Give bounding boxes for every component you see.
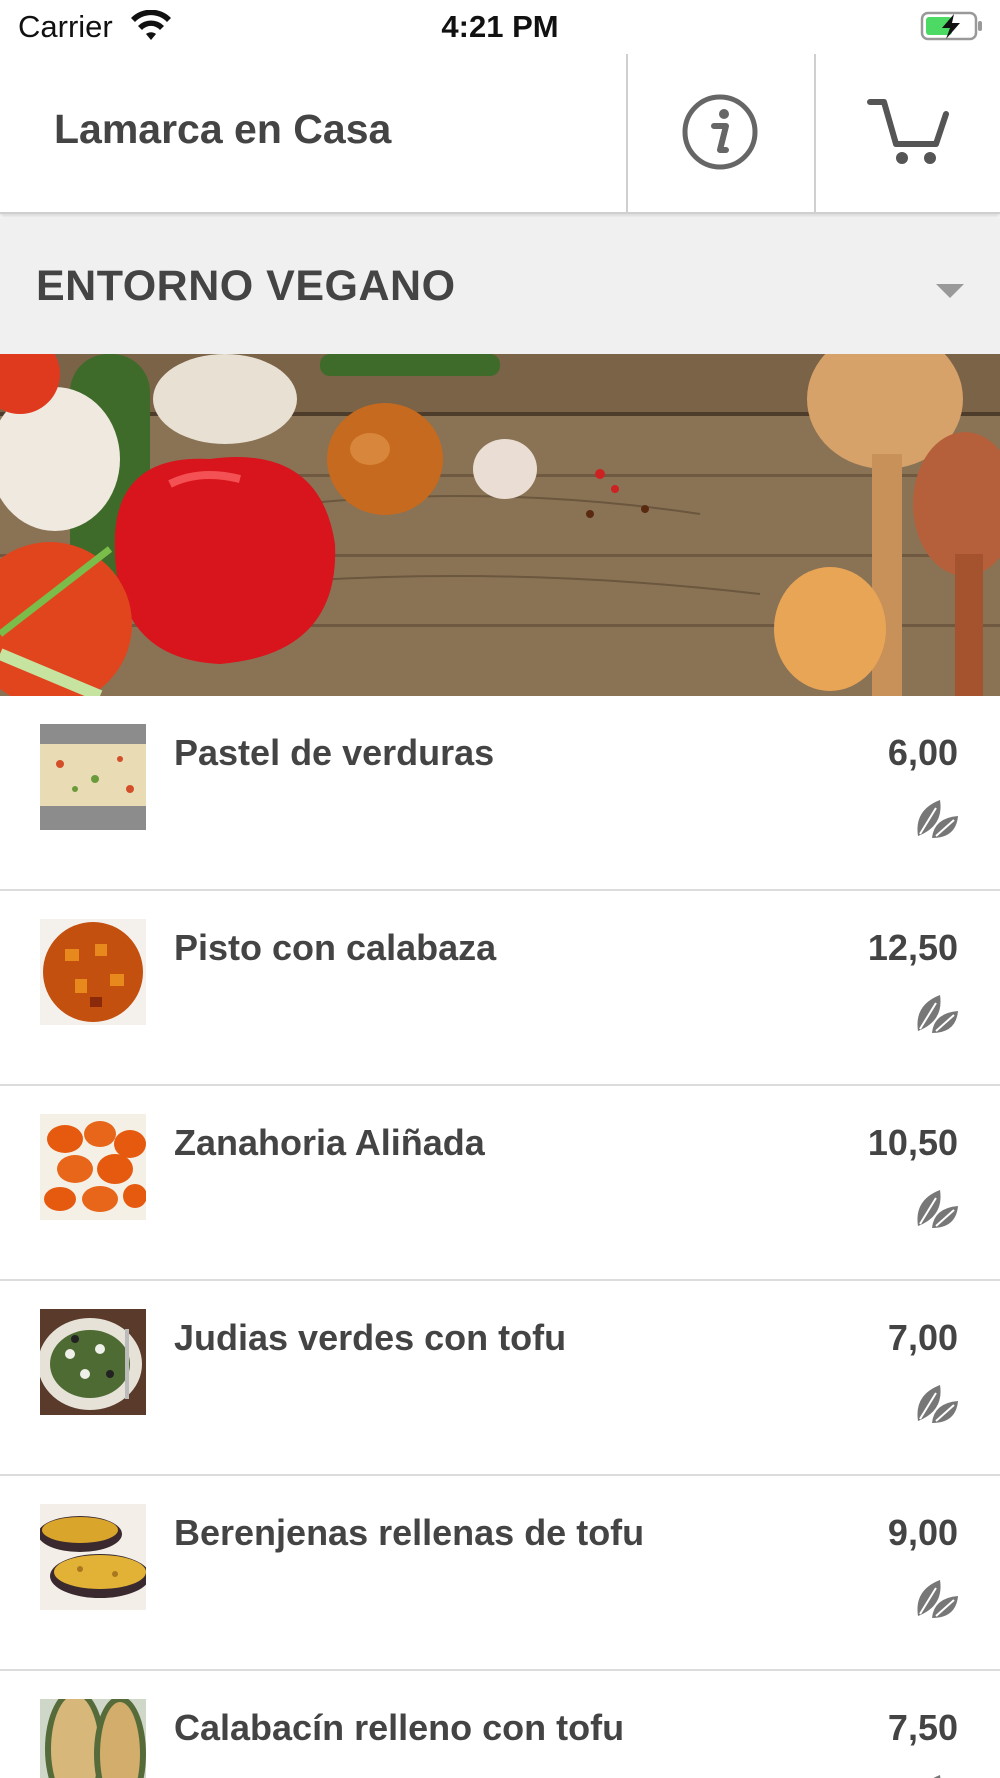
leaf-icon — [933, 1775, 941, 1778]
leaf-icon — [917, 1580, 958, 1618]
product-row[interactable]: Zanahoria Aliñada 10,50 — [0, 1086, 1000, 1281]
leaf-icon — [917, 995, 958, 1033]
info-icon — [682, 94, 758, 170]
product-row[interactable]: Pisto con calabaza 12,50 — [0, 891, 1000, 1086]
status-bar: Carrier 4:21 PM — [0, 0, 1000, 54]
leaf-icon — [917, 1190, 958, 1228]
battery-charging-icon — [920, 11, 982, 41]
product-row[interactable]: Berenjenas rellenas de tofu 9,00 — [0, 1476, 1000, 1671]
product-price: 7,00 — [887, 1317, 958, 1358]
product-thumbnail — [40, 1504, 146, 1610]
product-name: Pastel de verduras — [174, 732, 495, 773]
chevron-down-icon — [936, 284, 964, 298]
product-name: Zanahoria Aliñada — [174, 1122, 485, 1163]
product-name: Calabacín relleno con tofu — [174, 1707, 625, 1748]
cart-icon — [867, 99, 949, 164]
product-row[interactable]: Calabacín relleno con tofu 7,50 — [0, 1671, 1000, 1778]
product-name: Berenjenas rellenas de tofu — [174, 1512, 645, 1553]
app-header: Lamarca en Casa — [0, 54, 1000, 214]
product-thumbnail — [40, 919, 146, 1025]
leaf-icon — [917, 800, 958, 838]
product-price: 9,00 — [887, 1512, 958, 1553]
product-name: Judias verdes con tofu — [174, 1317, 567, 1358]
product-thumbnail — [40, 724, 146, 830]
product-row[interactable]: Pastel de verduras 6,00 — [0, 696, 1000, 891]
product-price: 12,50 — [867, 927, 958, 968]
product-thumbnail — [40, 1114, 146, 1220]
status-time: 4:21 PM — [441, 9, 559, 44]
product-price: 10,50 — [867, 1122, 958, 1163]
app-title: Lamarca en Casa — [54, 106, 392, 152]
product-name: Pisto con calabaza — [174, 927, 497, 968]
product-row[interactable]: Judias verdes con tofu 7,00 — [0, 1281, 1000, 1476]
app-screen: Carrier 4:21 PM Lamarca en Casa ENTORNO … — [0, 0, 1000, 1778]
product-price: 6,00 — [887, 732, 958, 773]
product-thumbnail — [40, 1309, 146, 1415]
cart-button[interactable] — [816, 54, 1000, 214]
category-banner-image — [0, 354, 1000, 696]
leaf-icon — [917, 1385, 958, 1423]
category-selector[interactable]: ENTORNO VEGANO — [0, 218, 1000, 354]
category-label: ENTORNO VEGANO — [36, 262, 456, 310]
product-list: Pastel de verduras 6,00 Pisto con calaba — [0, 696, 1000, 1778]
product-price: 7,50 — [887, 1707, 958, 1748]
product-thumbnail — [40, 1699, 146, 1778]
info-button[interactable] — [628, 54, 814, 214]
